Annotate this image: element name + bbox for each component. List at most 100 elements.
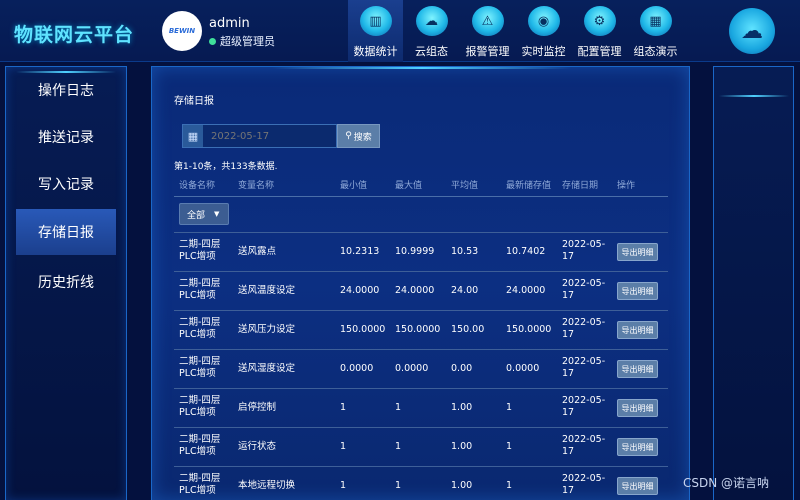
date-input[interactable]: [203, 125, 336, 147]
column-header: 最小值: [340, 181, 368, 191]
cell-avg: 150.00: [451, 324, 485, 335]
cell-date: 2022-05-17: [562, 278, 606, 301]
cell-avg: 1.00: [451, 480, 473, 491]
cell-variable: 启停控制: [238, 402, 277, 413]
calendar-icon[interactable]: ▦: [183, 125, 203, 147]
chart-icon: ▥: [359, 6, 392, 36]
cell-variable: 本地远程切换: [238, 480, 296, 491]
right-panel: [713, 66, 794, 500]
nav-item-data-stats[interactable]: ▥ 数据统计: [348, 0, 403, 62]
date-picker[interactable]: ▦: [182, 124, 337, 148]
cell-min: 1: [340, 480, 347, 491]
table-header: 设备名称 变量名称 最小值 最大值 平均值 最新储存值 存储日期 操作: [174, 178, 668, 196]
export-detail-button[interactable]: 导出明细: [617, 477, 658, 495]
column-header: 设备名称: [179, 181, 216, 191]
table-row: 二期-四层PLC增项 本地远程切换 1 1 1.00 1 2022-05-17 …: [174, 466, 668, 500]
table-row: 二期-四层PLC增项 启停控制 1 1 1.00 1 2022-05-17 导出…: [174, 388, 668, 427]
export-detail-button[interactable]: 导出明细: [617, 321, 658, 339]
sidebar-item-push-record[interactable]: 推送记录: [16, 114, 116, 160]
column-header: 最大值: [395, 181, 423, 191]
cell-device: 二期-四层PLC增项: [179, 278, 221, 301]
nav-item-config[interactable]: ⚙ 配置管理: [572, 0, 627, 62]
export-detail-button[interactable]: 导出明细: [617, 438, 658, 456]
nav-label: 报警管理: [465, 45, 510, 58]
cell-latest: 10.7402: [506, 246, 546, 257]
cell-latest: 1: [506, 480, 513, 491]
gear-icon: ⚙: [583, 6, 616, 36]
record-summary: 第1-10条，共133条数据.: [174, 162, 278, 172]
cell-max: 150.0000: [395, 324, 441, 335]
avatar[interactable]: BEWIN: [162, 11, 202, 51]
table-row: 二期-四层PLC增项 送风压力设定 150.0000 150.0000 150.…: [174, 310, 668, 349]
device-filter-select[interactable]: 全部 ▼: [179, 203, 229, 225]
column-header: 存储日期: [562, 181, 599, 191]
cloud-settings-icon[interactable]: ☁: [729, 8, 775, 54]
cell-avg: 24.00: [451, 285, 479, 296]
cell-latest: 0.0000: [506, 363, 540, 374]
chevron-down-icon: ▼: [214, 210, 220, 218]
cell-device: 二期-四层PLC增项: [179, 239, 221, 262]
nav-label: 组态演示: [633, 45, 678, 58]
building-icon: ▦: [639, 6, 672, 36]
column-header: 操作: [617, 181, 636, 191]
cell-max: 1: [395, 480, 402, 491]
search-icon: ⚲: [345, 131, 352, 141]
cell-min: 10.2313: [340, 246, 380, 257]
glow-divider: [272, 67, 572, 69]
user-name: admin: [209, 16, 250, 31]
sidebar-item-write-record[interactable]: 写入记录: [16, 161, 116, 207]
export-detail-button[interactable]: 导出明细: [617, 243, 658, 261]
export-detail-button[interactable]: 导出明细: [617, 360, 658, 378]
cell-min: 24.0000: [340, 285, 380, 296]
export-detail-button[interactable]: 导出明细: [617, 399, 658, 417]
cell-variable: 送风温度设定: [238, 285, 296, 296]
cell-device: 二期-四层PLC增项: [179, 395, 221, 418]
nav-label: 云组态: [415, 45, 448, 58]
cell-device: 二期-四层PLC增项: [179, 434, 221, 457]
column-header: 最新储存值: [506, 181, 552, 191]
sidebar: 操作日志 推送记录 写入记录 存储日报 历史折线: [5, 66, 127, 500]
sidebar-item-history-line[interactable]: 历史折线: [16, 259, 116, 305]
search-button-label: 搜索: [353, 132, 372, 143]
top-nav: ▥ 数据统计 ☁ 云组态 ⚠ 报警管理 ◉ 实时监控 ⚙ 配置管理 ▦ 组态演示: [348, 0, 684, 62]
cell-max: 1: [395, 402, 402, 413]
export-detail-button[interactable]: 导出明细: [617, 282, 658, 300]
page-title: 存储日报: [174, 96, 214, 107]
nav-label: 配置管理: [577, 45, 622, 58]
column-header: 变量名称: [238, 181, 275, 191]
cloud-icon: ☁: [415, 6, 448, 36]
monitor-icon: ◉: [527, 6, 560, 36]
cell-avg: 10.53: [451, 246, 479, 257]
cell-latest: 24.0000: [506, 285, 546, 296]
filter-value: 全部: [187, 210, 206, 221]
cell-device: 二期-四层PLC增项: [179, 317, 221, 340]
cell-date: 2022-05-17: [562, 395, 606, 418]
cell-max: 10.9999: [395, 246, 435, 257]
cell-device: 二期-四层PLC增项: [179, 356, 221, 379]
user-role: 超级管理员: [209, 33, 275, 49]
cell-max: 24.0000: [395, 285, 435, 296]
nav-item-cloud-config[interactable]: ☁ 云组态: [404, 0, 459, 62]
sidebar-item-storage-daily[interactable]: 存储日报: [16, 209, 116, 255]
cell-avg: 0.00: [451, 363, 473, 374]
cell-variable: 送风湿度设定: [238, 363, 296, 374]
nav-item-alarm[interactable]: ⚠ 报警管理: [460, 0, 515, 62]
table-body: 二期-四层PLC增项 送风露点 10.2313 10.9999 10.53 10…: [174, 232, 668, 500]
nav-item-monitor[interactable]: ◉ 实时监控: [516, 0, 571, 62]
top-header: 物联网云平台 BEWIN admin 超级管理员 ▥ 数据统计 ☁ 云组态 ⚠ …: [0, 0, 800, 62]
cell-variable: 送风露点: [238, 246, 277, 257]
nav-label: 实时监控: [521, 45, 566, 58]
cell-min: 0.0000: [340, 363, 374, 374]
table-row: 二期-四层PLC增项 送风露点 10.2313 10.9999 10.53 10…: [174, 232, 668, 271]
cell-variable: 运行状态: [238, 441, 277, 452]
cell-variable: 送风压力设定: [238, 324, 296, 335]
sidebar-item-operation-log[interactable]: 操作日志: [16, 67, 116, 113]
cell-latest: 1: [506, 402, 513, 413]
online-status-icon: [209, 37, 216, 45]
search-button[interactable]: ⚲ 搜索: [337, 124, 380, 148]
nav-item-demo[interactable]: ▦ 组态演示: [628, 0, 683, 62]
cell-device: 二期-四层PLC增项: [179, 473, 221, 496]
cell-max: 1: [395, 441, 402, 452]
glow-divider: [719, 95, 789, 97]
cell-date: 2022-05-17: [562, 356, 606, 379]
